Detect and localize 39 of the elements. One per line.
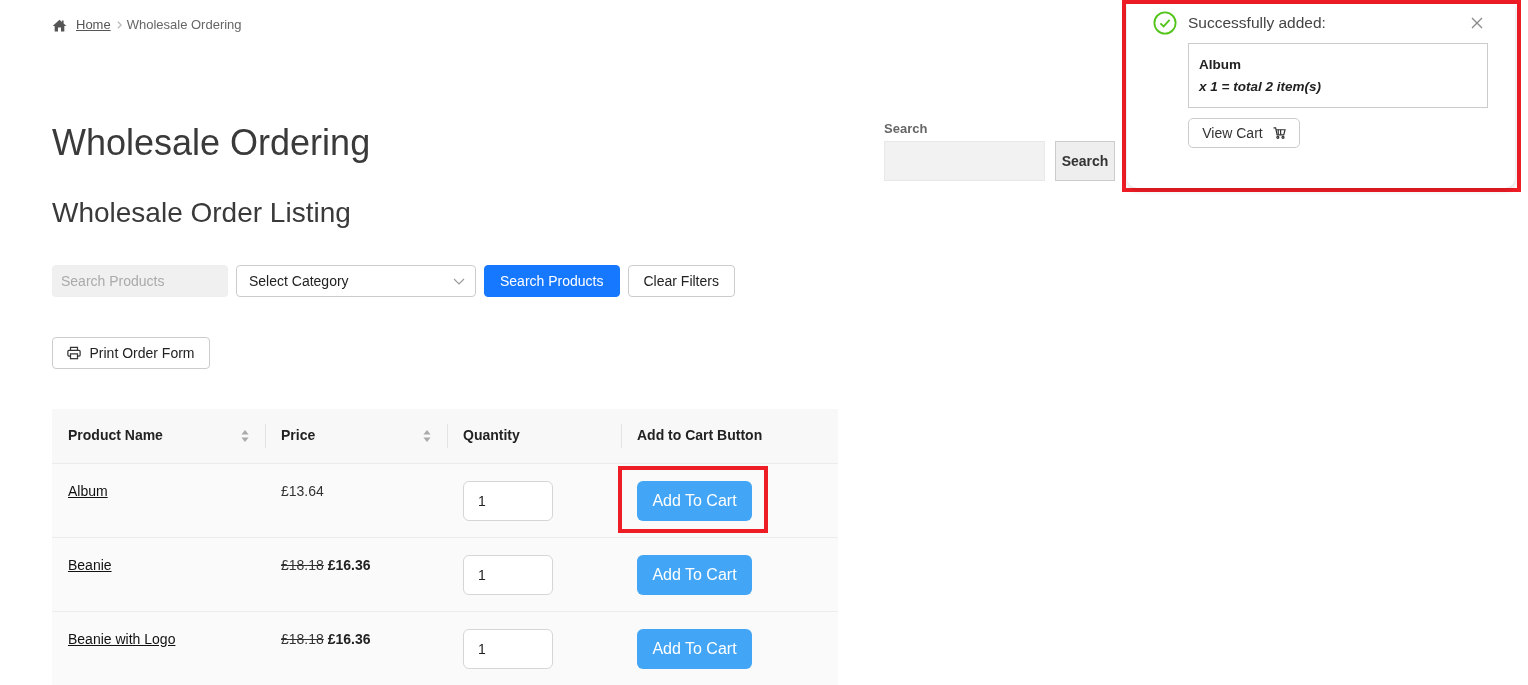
original-price: £18.18: [281, 630, 324, 647]
original-price: £18.18: [281, 556, 324, 573]
item-total: x 1 = total 2 item(s): [1199, 78, 1321, 96]
category-select[interactable]: Select Category: [236, 265, 476, 297]
price: £13.64: [281, 482, 324, 499]
house-icon: [52, 18, 67, 32]
search-label: Search: [884, 121, 928, 137]
page-title: Wholesale Ordering: [52, 121, 371, 165]
quantity-input[interactable]: 1: [463, 480, 553, 521]
clear-filters-button[interactable]: Clear Filters: [627, 265, 735, 297]
product-link[interactable]: Beanie: [68, 556, 112, 573]
close-icon[interactable]: [1471, 17, 1483, 29]
sale-price: £16.36: [327, 556, 371, 573]
product-link[interactable]: Album: [68, 482, 108, 499]
quantity-input[interactable]: 1: [463, 554, 553, 595]
column-header: Quantity: [463, 427, 520, 444]
breadcrumb-current: Wholesale Ordering: [126, 16, 242, 35]
cart-icon: [1272, 127, 1286, 139]
quantity-input[interactable]: 1: [463, 628, 553, 669]
column-header: Price: [281, 426, 316, 446]
product-link[interactable]: Beanie with Logo: [68, 630, 176, 647]
section-title: Wholesale Order Listing: [52, 196, 351, 230]
search-field[interactable]: Search Products: [52, 265, 228, 297]
view-cart-button[interactable]: View Cart: [1188, 118, 1300, 148]
sort-icon[interactable]: [423, 428, 431, 443]
chevron-icon: [116, 21, 122, 29]
print-button[interactable]: Print Order Form: [52, 337, 210, 369]
caret-icon: [453, 277, 465, 285]
column-header: Add to Cart Button: [637, 427, 763, 444]
column-header: Product Name: [68, 426, 163, 446]
notification-title: Successfully added:: [1188, 13, 1326, 34]
sale-price: £16.36: [327, 630, 371, 647]
sort-icon[interactable]: [241, 428, 249, 443]
success-check-icon: [1153, 11, 1177, 35]
breadcrumb-link[interactable]: Home: [76, 15, 111, 35]
search-button[interactable]: Search Products: [484, 265, 620, 297]
product-name: Album: [1199, 56, 1241, 74]
search-button[interactable]: Search: [1055, 141, 1115, 181]
printer-icon: [67, 346, 82, 360]
